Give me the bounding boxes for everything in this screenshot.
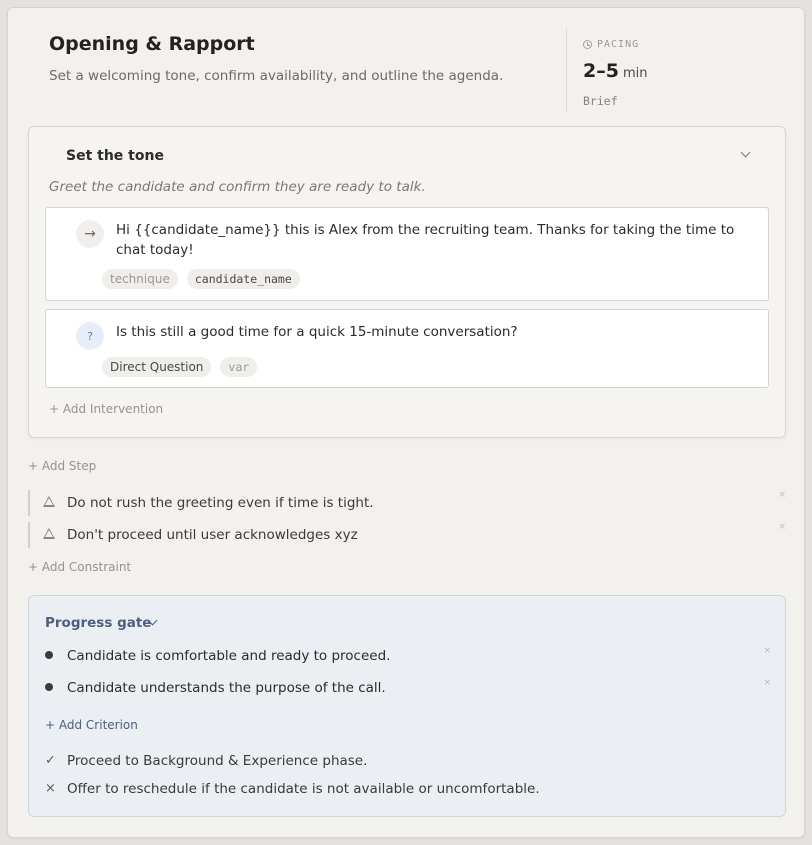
intervention-text: Is this still a good time for a quick 15… xyxy=(116,324,518,340)
remove-criterion-button[interactable]: × xyxy=(763,646,771,656)
cross-icon: × xyxy=(45,781,56,796)
criterion-text: Candidate is comfortable and ready to pr… xyxy=(67,648,391,664)
clock-icon xyxy=(583,40,592,49)
technique-tag[interactable]: Direct Question xyxy=(102,357,212,377)
intervention-item[interactable]: → Hi {{candidate_name}} this is Alex fro… xyxy=(45,207,769,301)
arrow-right-icon: → xyxy=(76,220,104,248)
outcome-item: ✓ Proceed to Background & Experience pha… xyxy=(45,751,771,773)
check-icon: ✓ xyxy=(45,753,56,768)
constraint-item[interactable]: Do not rush the greeting even if time is… xyxy=(28,490,786,516)
pacing-label-text: PACING xyxy=(597,39,640,50)
outcome-text: Offer to reschedule if the candidate is … xyxy=(67,781,540,797)
pacing-unit: min xyxy=(623,66,648,81)
bullet-icon xyxy=(45,651,53,659)
remove-constraint-button[interactable]: × xyxy=(778,522,786,532)
technique-tag[interactable]: technique xyxy=(102,269,178,289)
warning-icon xyxy=(43,496,55,507)
add-criterion-button[interactable]: + Add Criterion xyxy=(45,718,138,732)
phase-header: Opening & Rapport Set a welcoming tone, … xyxy=(8,8,804,120)
outcome-item: × Offer to reschedule if the candidate i… xyxy=(45,779,771,801)
question-icon: ? xyxy=(76,322,104,350)
phase-title: Opening & Rapport xyxy=(49,33,255,55)
progress-gate: Progress gate Candidate is comfortable a… xyxy=(28,595,786,817)
criterion-item[interactable]: Candidate understands the purpose of the… xyxy=(45,678,771,700)
phase-panel: Opening & Rapport Set a welcoming tone, … xyxy=(7,7,805,838)
warning-icon xyxy=(43,528,55,539)
criterion-text: Candidate understands the purpose of the… xyxy=(67,680,386,696)
pacing-note: Brief xyxy=(583,94,618,108)
phase-subtitle: Set a welcoming tone, confirm availabili… xyxy=(49,68,504,84)
step-description: Greet the candidate and confirm they are… xyxy=(49,179,426,195)
outcome-text: Proceed to Background & Experience phase… xyxy=(67,753,368,769)
remove-constraint-button[interactable]: × xyxy=(778,490,786,500)
pacing-box: PACING 2–5 min Brief xyxy=(566,28,726,112)
constraint-text: Don't proceed until user acknowledges xy… xyxy=(67,527,358,543)
remove-criterion-button[interactable]: × xyxy=(763,678,771,688)
step-card: Set the tone Greet the candidate and con… xyxy=(28,126,786,438)
pacing-label: PACING xyxy=(583,39,639,50)
variable-tag[interactable]: candidate_name xyxy=(186,269,300,289)
bullet-icon xyxy=(45,683,53,691)
constraint-item[interactable]: Don't proceed until user acknowledges xy… xyxy=(28,522,786,548)
gate-title[interactable]: Progress gate xyxy=(45,615,151,631)
pacing-value: 2–5 xyxy=(583,60,619,82)
constraint-text: Do not rush the greeting even if time is… xyxy=(67,495,374,511)
add-constraint-button[interactable]: + Add Constraint xyxy=(28,560,131,574)
add-intervention-button[interactable]: + Add Intervention xyxy=(49,402,163,416)
variable-tag[interactable]: var xyxy=(220,357,258,377)
add-step-button[interactable]: + Add Step xyxy=(28,459,96,473)
chevron-down-icon[interactable] xyxy=(740,147,751,158)
intervention-tags: Direct Question var xyxy=(102,357,258,377)
intervention-item[interactable]: ? Is this still a good time for a quick … xyxy=(45,309,769,388)
intervention-text: Hi {{candidate_name}} this is Alex from … xyxy=(116,222,735,258)
intervention-tags: technique candidate_name xyxy=(102,269,300,289)
criterion-item[interactable]: Candidate is comfortable and ready to pr… xyxy=(45,646,771,668)
step-title: Set the tone xyxy=(66,148,164,164)
